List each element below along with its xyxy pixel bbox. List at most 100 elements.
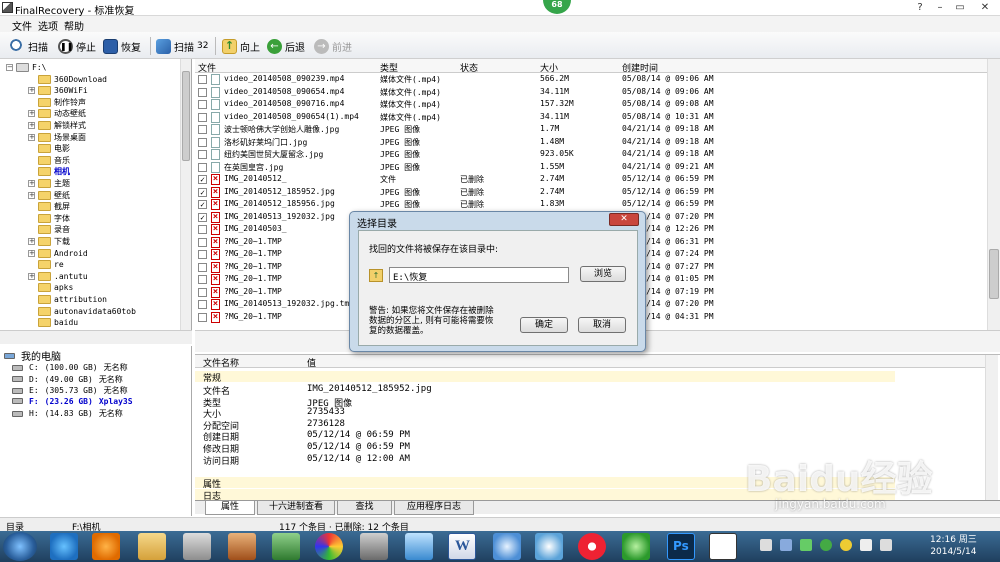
tree-folder[interactable]: + Android <box>28 247 88 259</box>
tree-root[interactable]: − F:\ <box>6 61 46 73</box>
drive-item[interactable]: C: (100.00 GB) 无名称 <box>12 362 128 373</box>
file-row[interactable]: 在英国皇宫.jpg JPEG 图像 1.55M 04/21/14 @ 09:21 AM <box>195 161 985 174</box>
tree-folder[interactable]: +360WiFi <box>28 85 88 97</box>
drive-item[interactable]: F: (23.26 GB) Xplay3S <box>12 397 133 406</box>
props-scrollbar[interactable] <box>985 355 998 501</box>
app-icon-11[interactable] <box>493 533 521 560</box>
app-icon-12[interactable] <box>535 533 563 560</box>
app-icon-14[interactable] <box>622 533 650 560</box>
tree-folder[interactable]: attribution <box>28 293 107 305</box>
tree-folder[interactable]: 制作铃声 <box>28 96 86 108</box>
ok-button[interactable]: 确定 <box>520 317 568 333</box>
app-icon-8[interactable] <box>360 533 388 560</box>
file-checkbox[interactable] <box>198 137 207 147</box>
tree-folder[interactable]: 电影 <box>28 143 70 155</box>
tree-scrollbar[interactable] <box>180 59 191 330</box>
close-button[interactable]: ✕ <box>975 1 995 14</box>
expand-icon[interactable]: + <box>28 110 35 118</box>
tree-folder[interactable]: + 下载 <box>28 235 70 247</box>
tree-folder[interactable]: autonavidata60tob <box>28 305 136 317</box>
tree-folder[interactable]: 录音 <box>28 224 70 236</box>
file-checkbox[interactable] <box>198 275 207 284</box>
dialog-close-button[interactable]: ✕ <box>609 213 639 226</box>
file-row[interactable]: ✓ × IMG_20140512_185956.jpg JPEG 图像 已删除 1.83M… <box>195 199 985 211</box>
file-checkbox[interactable] <box>198 237 207 247</box>
file-row[interactable]: 洛杉矶好莱坞门口.jpg JPEG 图像 1.48M 04/21/14 @ 09:18… <box>195 136 985 149</box>
volume-icon[interactable] <box>880 539 892 551</box>
file-checkbox[interactable]: ✓ <box>198 212 207 222</box>
up-button[interactable]: ↑ 向上 <box>222 37 260 55</box>
file-row[interactable]: ✓ × IMG_20140512_185952.jpg JPEG 图像 已删除 2.74M… <box>195 186 985 199</box>
col-type[interactable]: 类型 <box>380 61 398 74</box>
tree-folder[interactable]: + .antutu <box>28 270 88 282</box>
tree-hscrollbar[interactable] <box>0 330 192 344</box>
maximize-button[interactable]: ▭ <box>950 1 970 14</box>
menu-help[interactable]: 帮助 <box>64 18 84 33</box>
file-checkbox[interactable] <box>198 287 207 297</box>
tab-properties[interactable]: 属性 <box>205 501 255 515</box>
file-checkbox[interactable] <box>198 87 207 97</box>
tree-folder[interactable]: + 壁纸 <box>28 189 70 201</box>
file-checkbox[interactable] <box>198 125 207 134</box>
col-created[interactable]: 创建时间 <box>622 61 658 74</box>
expand-icon[interactable]: + <box>28 87 35 95</box>
drive-item[interactable]: D: (49.00 GB) 无名称 <box>12 374 123 385</box>
clock[interactable]: 12:16 周三 2014/5/14 <box>930 534 977 558</box>
menu-options[interactable]: 选项 <box>38 18 58 33</box>
tray-icon-2[interactable] <box>780 539 792 551</box>
ie-icon[interactable] <box>50 533 78 560</box>
file-row[interactable]: video_20140508_090654.mp4 媒体文件(.mp4) 34.11… <box>195 86 985 99</box>
file-scroll-thumb[interactable] <box>989 249 999 299</box>
folder-up-icon[interactable]: ↑ <box>369 269 383 282</box>
word-icon[interactable]: W <box>448 533 476 560</box>
expand-icon[interactable]: + <box>28 249 35 257</box>
file-checkbox[interactable] <box>198 250 207 259</box>
tree-folder[interactable]: baidu <box>28 317 78 329</box>
file-row[interactable]: 波士顿哈佛大学创始人雕像.jpg JPEG 图像 1.7M 04/21/14 @ 09… <box>195 124 985 136</box>
browse-button[interactable]: 浏览 <box>580 266 626 282</box>
file-row[interactable]: video_20140508_090716.mp4 媒体文件(.mp4) 157.3… <box>195 99 985 111</box>
media-player-icon[interactable] <box>92 533 120 560</box>
tab-hex-view[interactable]: 十六进制查看 <box>257 501 335 515</box>
file-row[interactable]: 纽约美国世贸大厦留念.jpg JPEG 图像 923.05K 04/21/14 @ 0… <box>195 149 985 161</box>
file-checkbox[interactable]: ✓ <box>198 200 207 209</box>
start-button[interactable] <box>3 532 37 561</box>
drive-item[interactable]: H: (14.83 GB) 无名称 <box>12 408 123 419</box>
photoshop-icon[interactable]: Ps <box>667 533 695 560</box>
file-checkbox[interactable] <box>198 150 207 159</box>
file-checkbox[interactable] <box>198 262 207 272</box>
expand-icon[interactable]: + <box>28 179 35 187</box>
tree-folder[interactable]: re <box>28 259 64 271</box>
network-icon[interactable] <box>860 539 872 551</box>
save-path-input[interactable]: E:\恢复 <box>389 267 569 283</box>
shield-icon[interactable] <box>820 539 832 551</box>
expand-icon[interactable]: + <box>28 237 35 245</box>
stop-button[interactable]: ❚❚ 停止 <box>58 37 96 55</box>
tree-scroll-thumb[interactable] <box>182 71 190 161</box>
col-status[interactable]: 状态 <box>460 61 478 74</box>
tree-folder[interactable]: 音乐 <box>28 154 70 166</box>
col-size[interactable]: 大小 <box>540 61 558 74</box>
help-icon[interactable]: ? <box>910 1 930 14</box>
tree-folder[interactable]: + 场景桌面 <box>28 131 86 143</box>
finalrecovery-task-icon[interactable] <box>709 533 737 560</box>
file-list-scrollbar[interactable] <box>987 59 1000 330</box>
app-icon-13[interactable] <box>578 533 606 560</box>
file-row[interactable]: ✓ × IMG_20140512_ 文件 已删除 2.74M 05/12/14 @ 06:5… <box>195 174 985 186</box>
browser-icon[interactable] <box>315 533 343 560</box>
file-checkbox[interactable] <box>198 300 207 309</box>
scan-results-button[interactable]: 扫描 32 <box>156 37 208 55</box>
expand-icon[interactable]: + <box>28 272 35 280</box>
tree-folder[interactable]: 相机 <box>28 166 70 178</box>
file-checkbox[interactable] <box>198 100 207 109</box>
collapse-icon[interactable]: − <box>6 63 13 71</box>
file-checkbox[interactable] <box>198 312 207 322</box>
tree-folder[interactable]: 360Download <box>28 73 107 85</box>
tab-app-log[interactable]: 应用程序日志 <box>394 501 474 515</box>
tree-folder[interactable]: + 主题 <box>28 177 70 189</box>
tree-folder[interactable]: 截屏 <box>28 201 70 213</box>
app-icon-4[interactable] <box>183 533 211 560</box>
tree-folder[interactable]: apks <box>28 282 73 294</box>
forward-button[interactable]: → 前进 <box>314 37 352 55</box>
keyboard-icon[interactable] <box>760 539 772 551</box>
